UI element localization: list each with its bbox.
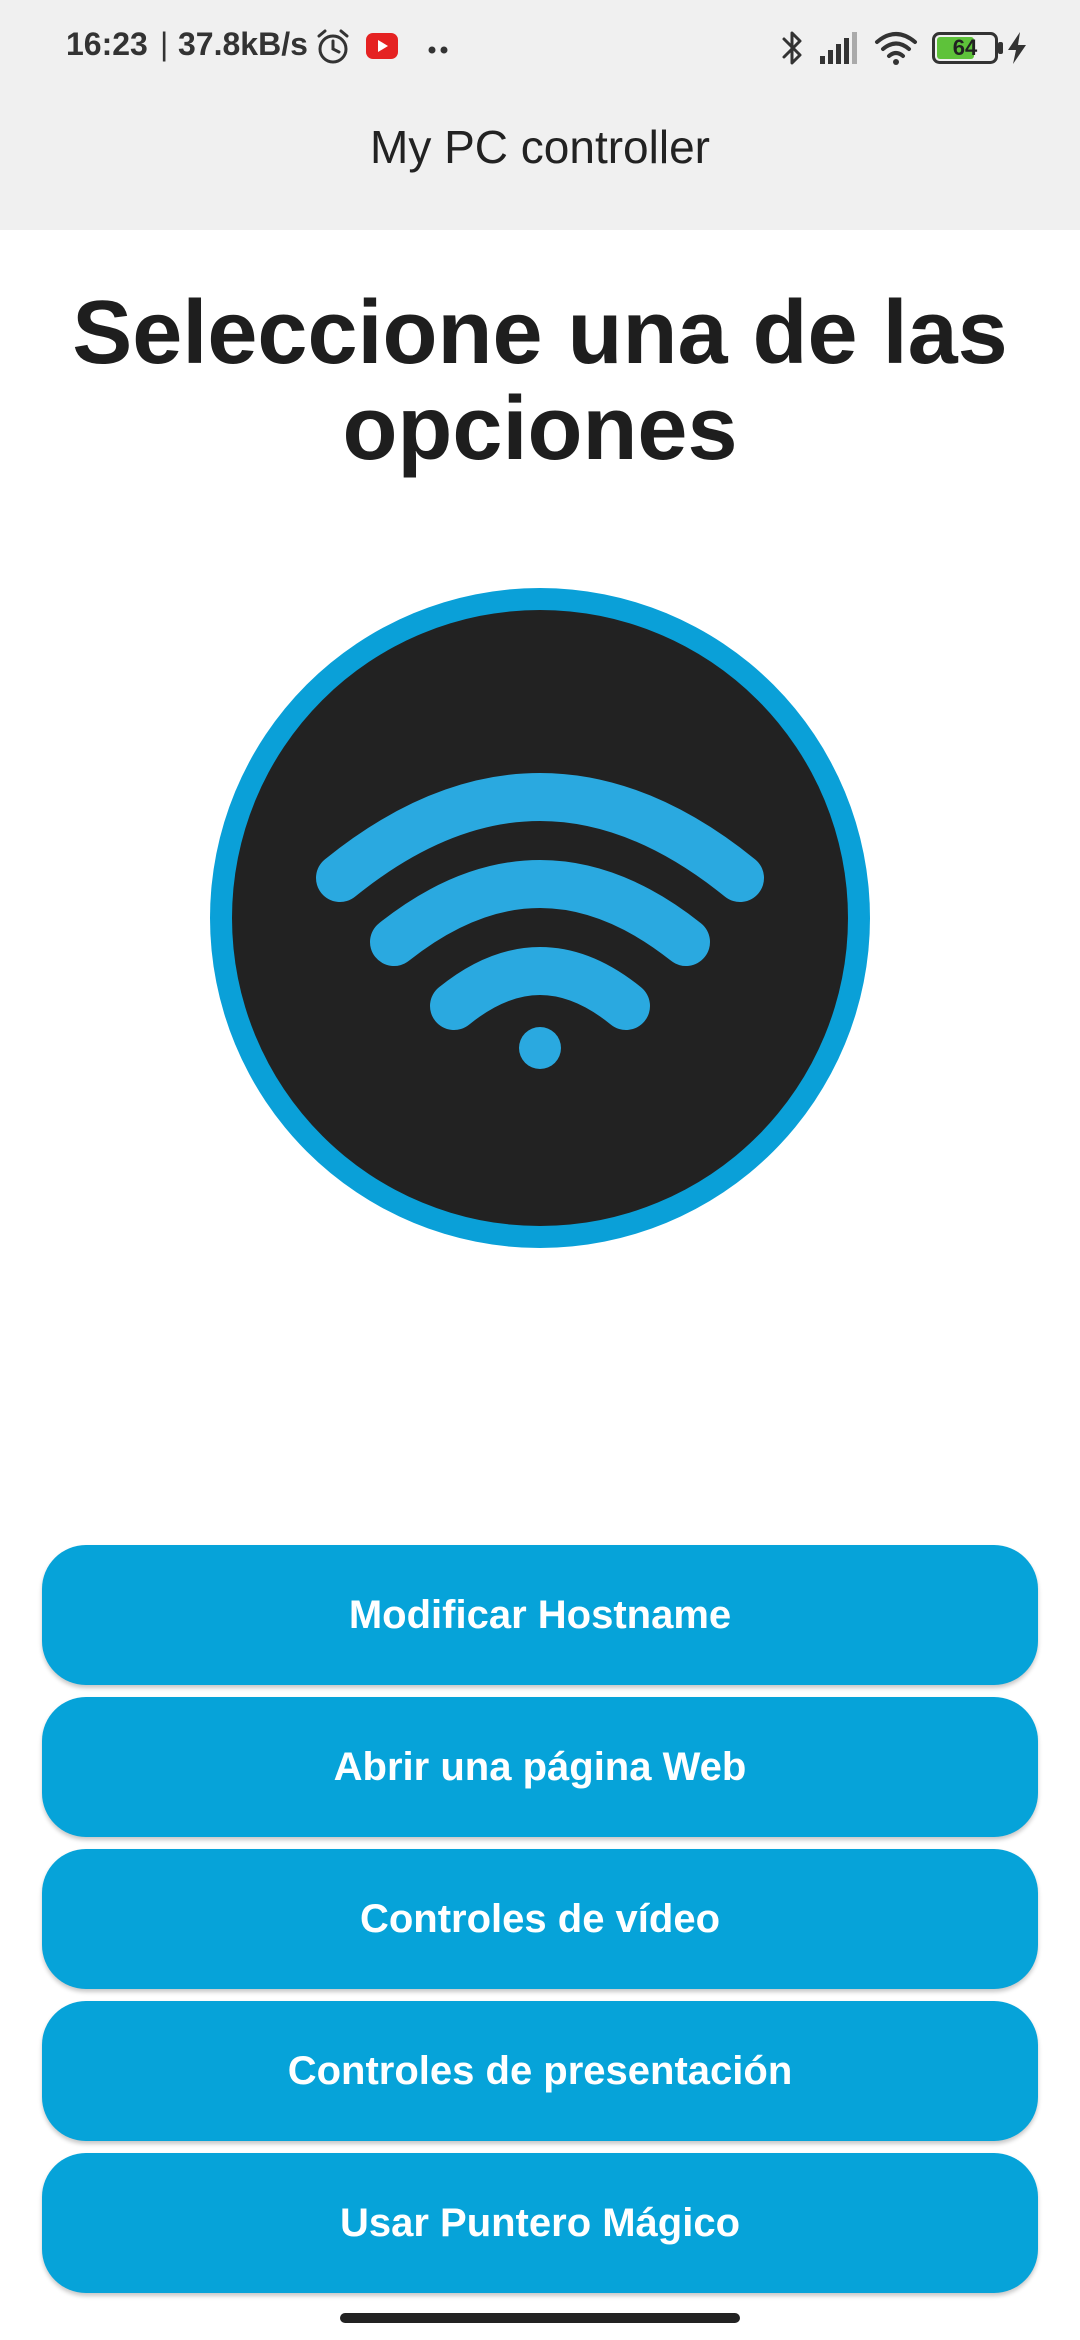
app-title: My PC controller [370,121,710,173]
battery-icon: 64 [932,32,1004,64]
abrir-pagina-web-button[interactable]: Abrir una página Web [42,1697,1038,1837]
options-list: Modificar Hostname Abrir una página Web … [42,1545,1038,2305]
usar-puntero-magico-button[interactable]: Usar Puntero Mágico [42,2153,1038,2293]
status-time: 16:23 [66,26,148,62]
home-indicator[interactable] [340,2313,740,2323]
modificar-hostname-button[interactable]: Modificar Hostname [42,1545,1038,1685]
charging-icon [1006,32,1028,69]
page-heading: Seleccione una de las opciones [72,283,1008,479]
controles-video-button[interactable]: Controles de vídeo [42,1849,1038,1989]
wifi-icon [208,586,872,1250]
screen: 16:23 | 37.8kB/s 64 My PC controller Sel… [0,0,1080,2340]
bluetooth-icon [780,28,806,73]
alarm-icon [314,28,352,71]
controles-presentacion-button[interactable]: Controles de presentación [42,2001,1038,2141]
youtube-icon [366,33,398,64]
battery-level: 64 [952,35,978,60]
signal-icon [818,32,860,69]
status-separator: | [160,26,169,62]
top-bar: 16:23 | 37.8kB/s 64 My PC controller [0,0,1080,230]
status-net-speed: 37.8kB/s [178,26,308,62]
status-bar: 16:23 | 37.8kB/s 64 [0,0,1080,96]
more-dots-icon [428,42,450,60]
wifi-status-icon [874,30,918,71]
